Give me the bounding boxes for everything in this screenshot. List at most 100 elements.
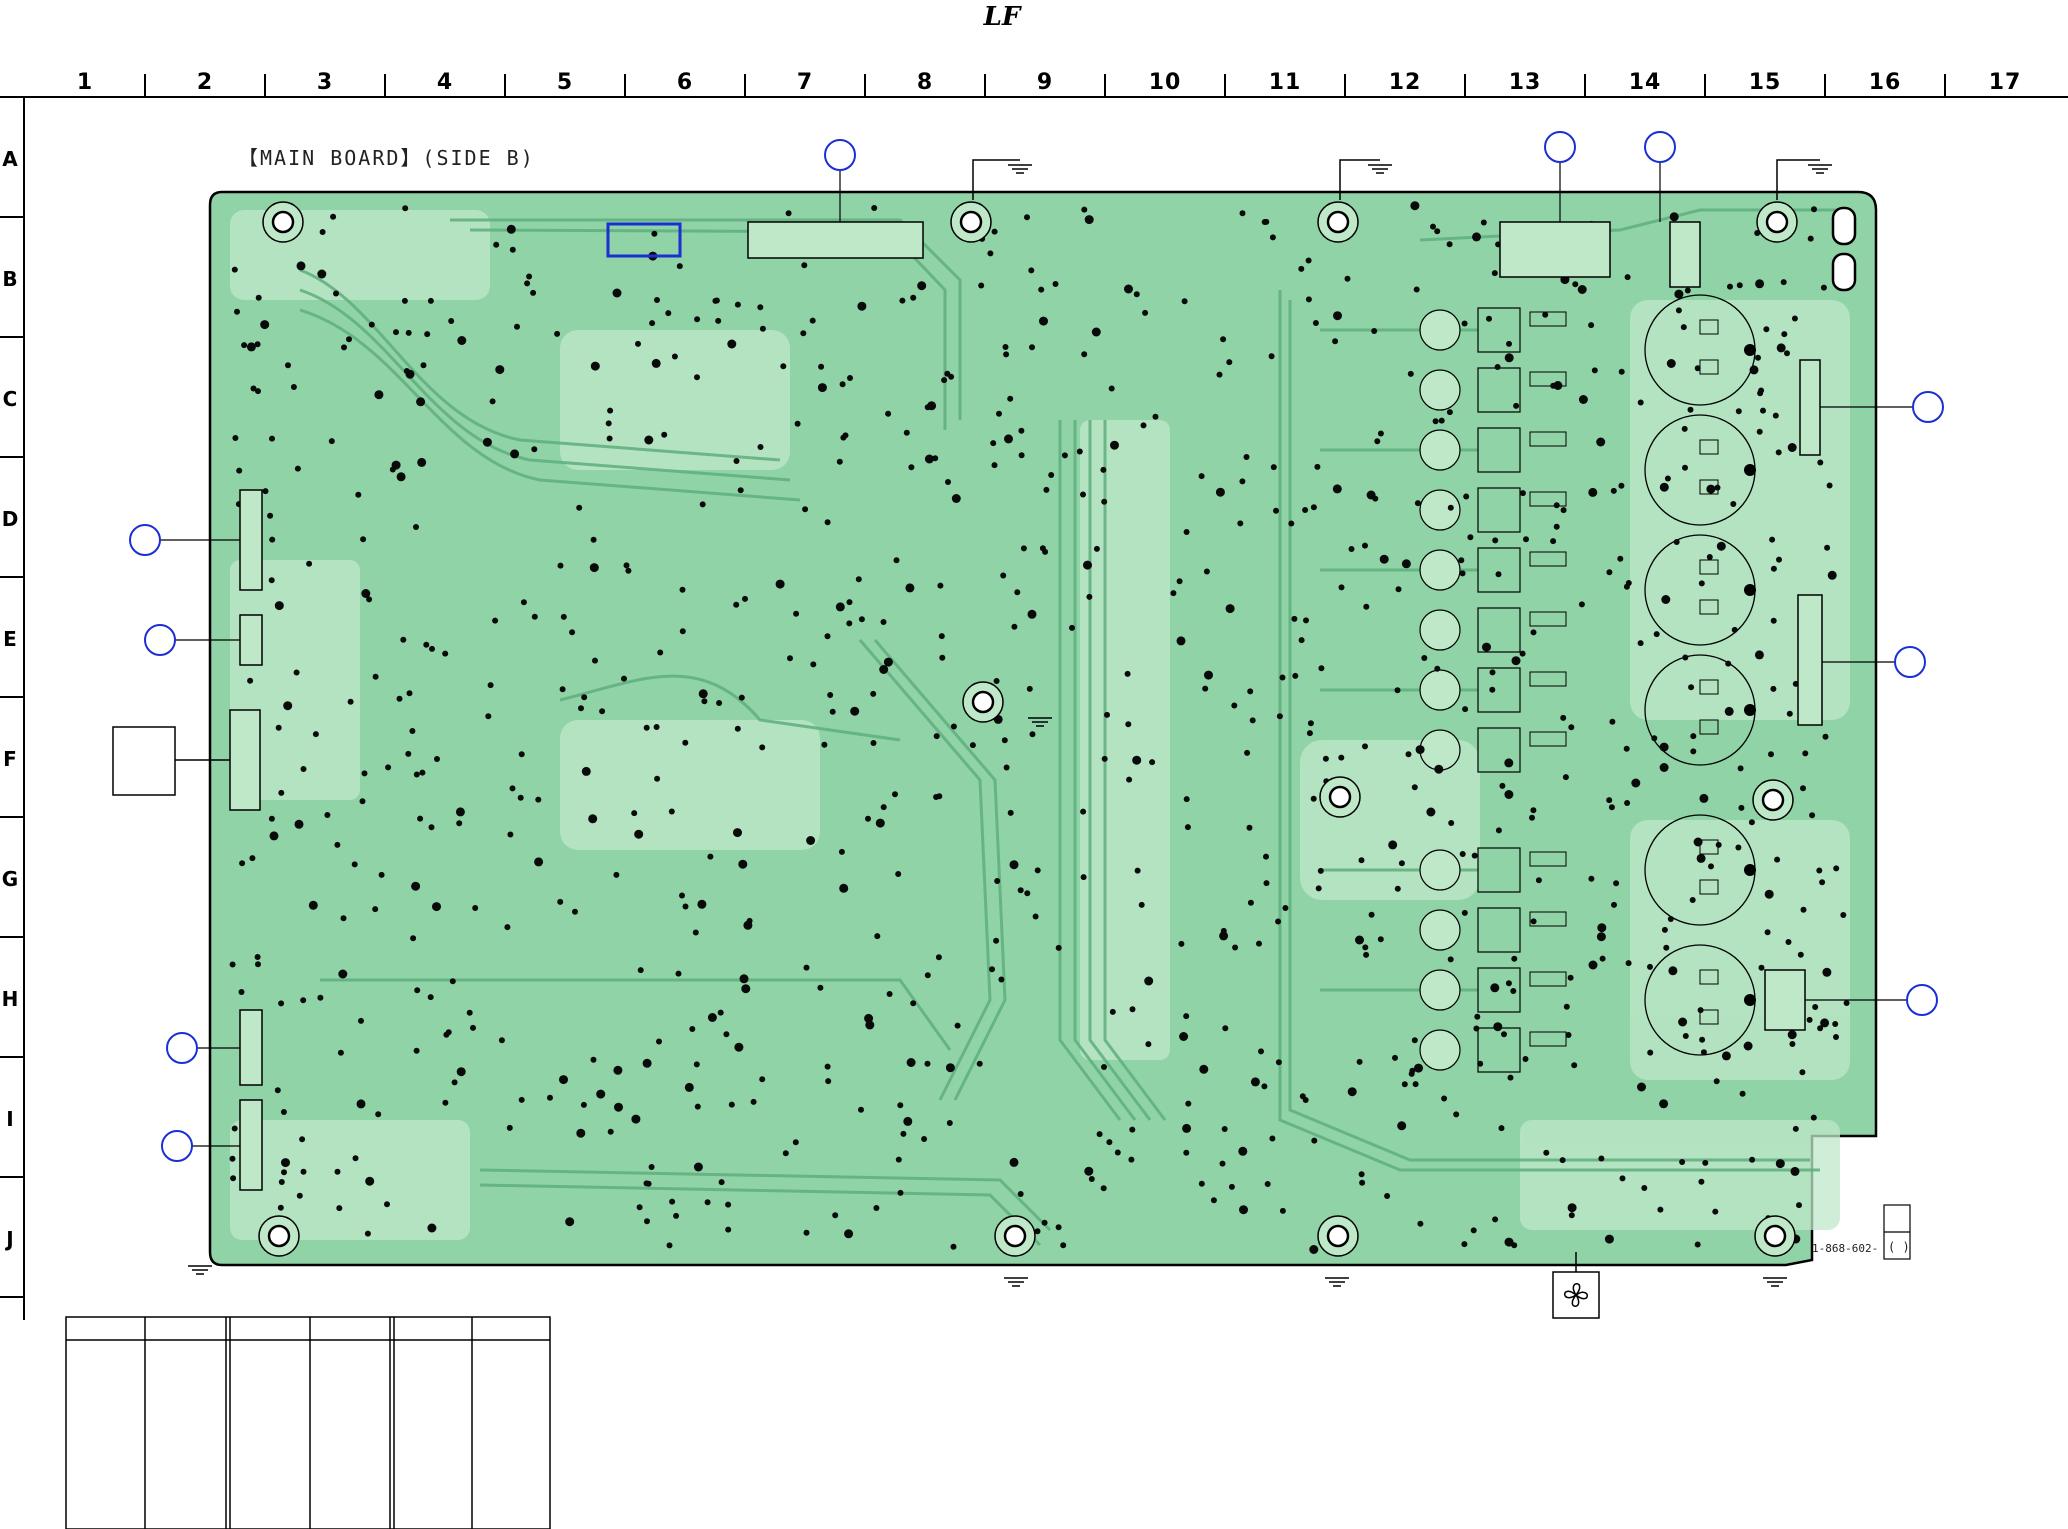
- via: [290, 384, 297, 390]
- via: [410, 935, 417, 942]
- via: [661, 431, 668, 438]
- via: [1810, 1114, 1817, 1121]
- via: [1598, 1155, 1605, 1162]
- via: [1606, 797, 1613, 804]
- mounting-hole: [1328, 785, 1352, 809]
- via: [839, 381, 846, 388]
- via: [1800, 785, 1806, 792]
- via: [1501, 1031, 1507, 1038]
- relay-outline: [1477, 547, 1521, 593]
- via: [396, 472, 406, 482]
- transistor-outline: [1419, 669, 1461, 711]
- via: [987, 250, 994, 257]
- via: [1446, 241, 1453, 248]
- via: [858, 616, 865, 623]
- legend-table: [65, 1316, 551, 1529]
- via: [1388, 840, 1398, 850]
- via: [1039, 545, 1046, 552]
- via: [514, 323, 520, 330]
- via: [1405, 751, 1412, 758]
- via: [1791, 315, 1798, 322]
- via: [1797, 951, 1804, 958]
- via: [653, 724, 660, 730]
- via: [1124, 670, 1131, 677]
- via: [1263, 853, 1269, 860]
- via: [1760, 407, 1766, 414]
- via: [1322, 755, 1329, 762]
- via: [1606, 569, 1613, 576]
- via: [1413, 286, 1420, 293]
- via: [300, 997, 307, 1004]
- via: [1682, 654, 1689, 661]
- via: [1716, 541, 1726, 551]
- via: [991, 462, 998, 469]
- via: [1076, 448, 1083, 455]
- via: [679, 586, 686, 593]
- via: [1144, 976, 1154, 986]
- via: [485, 713, 492, 720]
- via: [1052, 281, 1059, 287]
- via: [1401, 559, 1411, 569]
- via: [334, 841, 341, 848]
- via: [1210, 1197, 1217, 1204]
- via: [1080, 491, 1086, 498]
- via: [1673, 539, 1680, 545]
- via: [1637, 640, 1644, 647]
- via: [1184, 824, 1191, 831]
- via: [355, 491, 362, 498]
- via: [531, 613, 538, 620]
- column-tick-marks: [144, 74, 1946, 97]
- via: [793, 610, 800, 617]
- via: [281, 1158, 290, 1168]
- mounting-hole: [1326, 1224, 1350, 1248]
- via: [278, 1179, 285, 1185]
- via: [694, 1103, 701, 1110]
- via: [482, 437, 492, 447]
- via: [886, 991, 893, 997]
- via: [1018, 452, 1025, 459]
- via: [1392, 1054, 1398, 1061]
- via: [372, 673, 379, 680]
- via: [1471, 852, 1478, 859]
- via: [870, 690, 877, 697]
- via: [1477, 1060, 1484, 1067]
- via: [1014, 589, 1021, 596]
- via: [994, 878, 1001, 884]
- via: [569, 629, 576, 636]
- via: [1448, 820, 1455, 826]
- via: [738, 859, 748, 869]
- via: [1170, 590, 1177, 597]
- via: [613, 871, 620, 878]
- via: [294, 819, 304, 829]
- via: [1221, 1126, 1228, 1132]
- via: [249, 855, 256, 862]
- via: [1659, 1099, 1669, 1109]
- via: [996, 410, 1002, 417]
- via: [1470, 1227, 1477, 1234]
- via: [534, 857, 544, 867]
- via: [375, 1111, 382, 1118]
- via: [855, 576, 862, 583]
- via: [782, 1150, 789, 1157]
- via: [613, 1065, 623, 1075]
- via: [254, 341, 261, 348]
- via: [614, 1102, 623, 1112]
- via: [794, 420, 801, 427]
- transistor-outline: [1419, 969, 1461, 1011]
- via: [1239, 210, 1246, 217]
- via: [1028, 267, 1035, 274]
- via: [993, 937, 1000, 944]
- via: [847, 375, 853, 381]
- via: [434, 756, 440, 762]
- via: [635, 340, 641, 347]
- pad: [1744, 344, 1756, 356]
- via: [1543, 1149, 1550, 1156]
- via: [283, 701, 293, 711]
- via: [1776, 556, 1782, 563]
- via: [835, 602, 845, 612]
- via: [1314, 463, 1321, 470]
- via: [1009, 1157, 1019, 1167]
- via: [1827, 570, 1837, 580]
- via: [1542, 311, 1549, 318]
- via: [1394, 885, 1401, 892]
